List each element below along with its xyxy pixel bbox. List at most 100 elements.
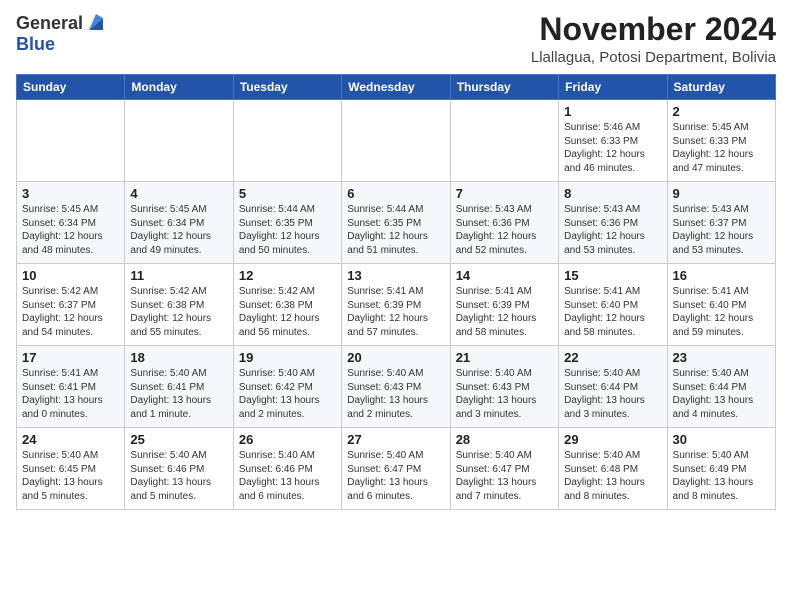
cell-info-text: Sunrise: 5:40 AM Sunset: 6:43 PM Dayligh… bbox=[347, 367, 444, 421]
weekday-header: Thursday bbox=[450, 75, 558, 100]
cell-info-text: Sunrise: 5:40 AM Sunset: 6:49 PM Dayligh… bbox=[673, 449, 770, 503]
cell-info-text: Sunrise: 5:40 AM Sunset: 6:46 PM Dayligh… bbox=[130, 449, 227, 503]
cell-day-number: 17 bbox=[22, 350, 119, 365]
cell-day-number: 28 bbox=[456, 432, 553, 447]
cell-info-text: Sunrise: 5:42 AM Sunset: 6:37 PM Dayligh… bbox=[22, 285, 119, 339]
cell-info-text: Sunrise: 5:45 AM Sunset: 6:34 PM Dayligh… bbox=[130, 203, 227, 257]
calendar-cell: 17 Sunrise: 5:41 AM Sunset: 6:41 PM Dayli… bbox=[17, 346, 125, 428]
calendar-cell bbox=[125, 100, 233, 182]
cell-info-text: Sunrise: 5:40 AM Sunset: 6:42 PM Dayligh… bbox=[239, 367, 336, 421]
calendar-cell: 4 Sunrise: 5:45 AM Sunset: 6:34 PM Daylig… bbox=[125, 182, 233, 264]
calendar-cell: 5 Sunrise: 5:44 AM Sunset: 6:35 PM Daylig… bbox=[233, 182, 341, 264]
cell-day-number: 26 bbox=[239, 432, 336, 447]
calendar-cell bbox=[17, 100, 125, 182]
cell-day-number: 30 bbox=[673, 432, 770, 447]
calendar-cell: 8 Sunrise: 5:43 AM Sunset: 6:36 PM Daylig… bbox=[559, 182, 667, 264]
calendar-cell: 11 Sunrise: 5:42 AM Sunset: 6:38 PM Dayli… bbox=[125, 264, 233, 346]
calendar-cell: 12 Sunrise: 5:42 AM Sunset: 6:38 PM Dayli… bbox=[233, 264, 341, 346]
cell-day-number: 15 bbox=[564, 268, 661, 283]
cell-info-text: Sunrise: 5:45 AM Sunset: 6:34 PM Dayligh… bbox=[22, 203, 119, 257]
weekday-header: Monday bbox=[125, 75, 233, 100]
cell-info-text: Sunrise: 5:40 AM Sunset: 6:48 PM Dayligh… bbox=[564, 449, 661, 503]
cell-info-text: Sunrise: 5:41 AM Sunset: 6:40 PM Dayligh… bbox=[564, 285, 661, 339]
cell-day-number: 1 bbox=[564, 104, 661, 119]
cell-day-number: 12 bbox=[239, 268, 336, 283]
cell-info-text: Sunrise: 5:43 AM Sunset: 6:36 PM Dayligh… bbox=[564, 203, 661, 257]
calendar-week-row: 10 Sunrise: 5:42 AM Sunset: 6:37 PM Dayli… bbox=[17, 264, 776, 346]
calendar-cell: 25 Sunrise: 5:40 AM Sunset: 6:46 PM Dayli… bbox=[125, 428, 233, 510]
calendar-cell: 24Sunrise: 5:40 AM Sunset: 6:45 PM Dayli… bbox=[17, 428, 125, 510]
cell-day-number: 20 bbox=[347, 350, 444, 365]
cell-day-number: 7 bbox=[456, 186, 553, 201]
cell-day-number: 6 bbox=[347, 186, 444, 201]
calendar-cell bbox=[450, 100, 558, 182]
calendar-cell: 7 Sunrise: 5:43 AM Sunset: 6:36 PM Daylig… bbox=[450, 182, 558, 264]
cell-day-number: 25 bbox=[130, 432, 227, 447]
cell-day-number: 22 bbox=[564, 350, 661, 365]
cell-info-text: Sunrise: 5:41 AM Sunset: 6:41 PM Dayligh… bbox=[22, 367, 119, 421]
calendar-cell: 10 Sunrise: 5:42 AM Sunset: 6:37 PM Dayli… bbox=[17, 264, 125, 346]
header: General Blue November 2024 Llallagua, Po… bbox=[16, 12, 776, 66]
calendar-cell bbox=[233, 100, 341, 182]
cell-info-text: Sunrise: 5:46 AM Sunset: 6:33 PM Dayligh… bbox=[564, 121, 661, 175]
cell-day-number: 18 bbox=[130, 350, 227, 365]
cell-day-number: 16 bbox=[673, 268, 770, 283]
calendar-cell bbox=[342, 100, 450, 182]
calendar-cell: 15 Sunrise: 5:41 AM Sunset: 6:40 PM Dayli… bbox=[559, 264, 667, 346]
calendar-cell: 19 Sunrise: 5:40 AM Sunset: 6:42 PM Dayli… bbox=[233, 346, 341, 428]
calendar-table: SundayMondayTuesdayWednesdayThursdayFrid… bbox=[16, 74, 776, 510]
calendar-cell: 2 Sunrise: 5:45 AM Sunset: 6:33 PM Daylig… bbox=[667, 100, 775, 182]
calendar-week-row: 24Sunrise: 5:40 AM Sunset: 6:45 PM Dayli… bbox=[17, 428, 776, 510]
cell-day-number: 27 bbox=[347, 432, 444, 447]
calendar-cell: 28Sunrise: 5:40 AM Sunset: 6:47 PM Dayli… bbox=[450, 428, 558, 510]
cell-info-text: Sunrise: 5:44 AM Sunset: 6:35 PM Dayligh… bbox=[347, 203, 444, 257]
cell-info-text: Sunrise: 5:42 AM Sunset: 6:38 PM Dayligh… bbox=[239, 285, 336, 339]
logo-icon bbox=[85, 12, 107, 34]
calendar-cell: 21Sunrise: 5:40 AM Sunset: 6:43 PM Dayli… bbox=[450, 346, 558, 428]
cell-info-text: Sunrise: 5:40 AM Sunset: 6:45 PM Dayligh… bbox=[22, 449, 119, 503]
calendar-cell: 16Sunrise: 5:41 AM Sunset: 6:40 PM Dayli… bbox=[667, 264, 775, 346]
weekday-header: Saturday bbox=[667, 75, 775, 100]
cell-day-number: 19 bbox=[239, 350, 336, 365]
calendar-cell: 6 Sunrise: 5:44 AM Sunset: 6:35 PM Daylig… bbox=[342, 182, 450, 264]
cell-info-text: Sunrise: 5:41 AM Sunset: 6:39 PM Dayligh… bbox=[347, 285, 444, 339]
calendar-week-row: 17 Sunrise: 5:41 AM Sunset: 6:41 PM Dayli… bbox=[17, 346, 776, 428]
cell-day-number: 5 bbox=[239, 186, 336, 201]
cell-day-number: 10 bbox=[22, 268, 119, 283]
weekday-header-row: SundayMondayTuesdayWednesdayThursdayFrid… bbox=[17, 75, 776, 100]
cell-info-text: Sunrise: 5:44 AM Sunset: 6:35 PM Dayligh… bbox=[239, 203, 336, 257]
logo-blue-text: Blue bbox=[16, 34, 55, 54]
calendar-week-row: 3Sunrise: 5:45 AM Sunset: 6:34 PM Daylig… bbox=[17, 182, 776, 264]
weekday-header: Tuesday bbox=[233, 75, 341, 100]
calendar-cell: 1 Sunrise: 5:46 AM Sunset: 6:33 PM Daylig… bbox=[559, 100, 667, 182]
cell-day-number: 11 bbox=[130, 268, 227, 283]
location-title: Llallagua, Potosi Department, Bolivia bbox=[531, 49, 776, 66]
calendar-cell: 13 Sunrise: 5:41 AM Sunset: 6:39 PM Dayli… bbox=[342, 264, 450, 346]
cell-day-number: 4 bbox=[130, 186, 227, 201]
title-block: November 2024 Llallagua, Potosi Departme… bbox=[531, 12, 776, 66]
cell-info-text: Sunrise: 5:43 AM Sunset: 6:36 PM Dayligh… bbox=[456, 203, 553, 257]
weekday-header: Sunday bbox=[17, 75, 125, 100]
cell-day-number: 9 bbox=[673, 186, 770, 201]
cell-info-text: Sunrise: 5:45 AM Sunset: 6:33 PM Dayligh… bbox=[673, 121, 770, 175]
cell-day-number: 13 bbox=[347, 268, 444, 283]
weekday-header: Wednesday bbox=[342, 75, 450, 100]
cell-day-number: 23 bbox=[673, 350, 770, 365]
cell-day-number: 21 bbox=[456, 350, 553, 365]
calendar-cell: 29Sunrise: 5:40 AM Sunset: 6:48 PM Dayli… bbox=[559, 428, 667, 510]
logo-general-text: General bbox=[16, 13, 83, 34]
cell-info-text: Sunrise: 5:41 AM Sunset: 6:39 PM Dayligh… bbox=[456, 285, 553, 339]
cell-info-text: Sunrise: 5:43 AM Sunset: 6:37 PM Dayligh… bbox=[673, 203, 770, 257]
calendar-cell: 14 Sunrise: 5:41 AM Sunset: 6:39 PM Dayli… bbox=[450, 264, 558, 346]
cell-info-text: Sunrise: 5:40 AM Sunset: 6:47 PM Dayligh… bbox=[347, 449, 444, 503]
logo: General Blue bbox=[16, 12, 107, 55]
month-title: November 2024 bbox=[531, 12, 776, 47]
calendar-cell: 3Sunrise: 5:45 AM Sunset: 6:34 PM Daylig… bbox=[17, 182, 125, 264]
calendar-cell: 22Sunrise: 5:40 AM Sunset: 6:44 PM Dayli… bbox=[559, 346, 667, 428]
cell-info-text: Sunrise: 5:40 AM Sunset: 6:44 PM Dayligh… bbox=[673, 367, 770, 421]
cell-info-text: Sunrise: 5:40 AM Sunset: 6:41 PM Dayligh… bbox=[130, 367, 227, 421]
cell-day-number: 2 bbox=[673, 104, 770, 119]
cell-day-number: 8 bbox=[564, 186, 661, 201]
cell-info-text: Sunrise: 5:42 AM Sunset: 6:38 PM Dayligh… bbox=[130, 285, 227, 339]
cell-day-number: 14 bbox=[456, 268, 553, 283]
